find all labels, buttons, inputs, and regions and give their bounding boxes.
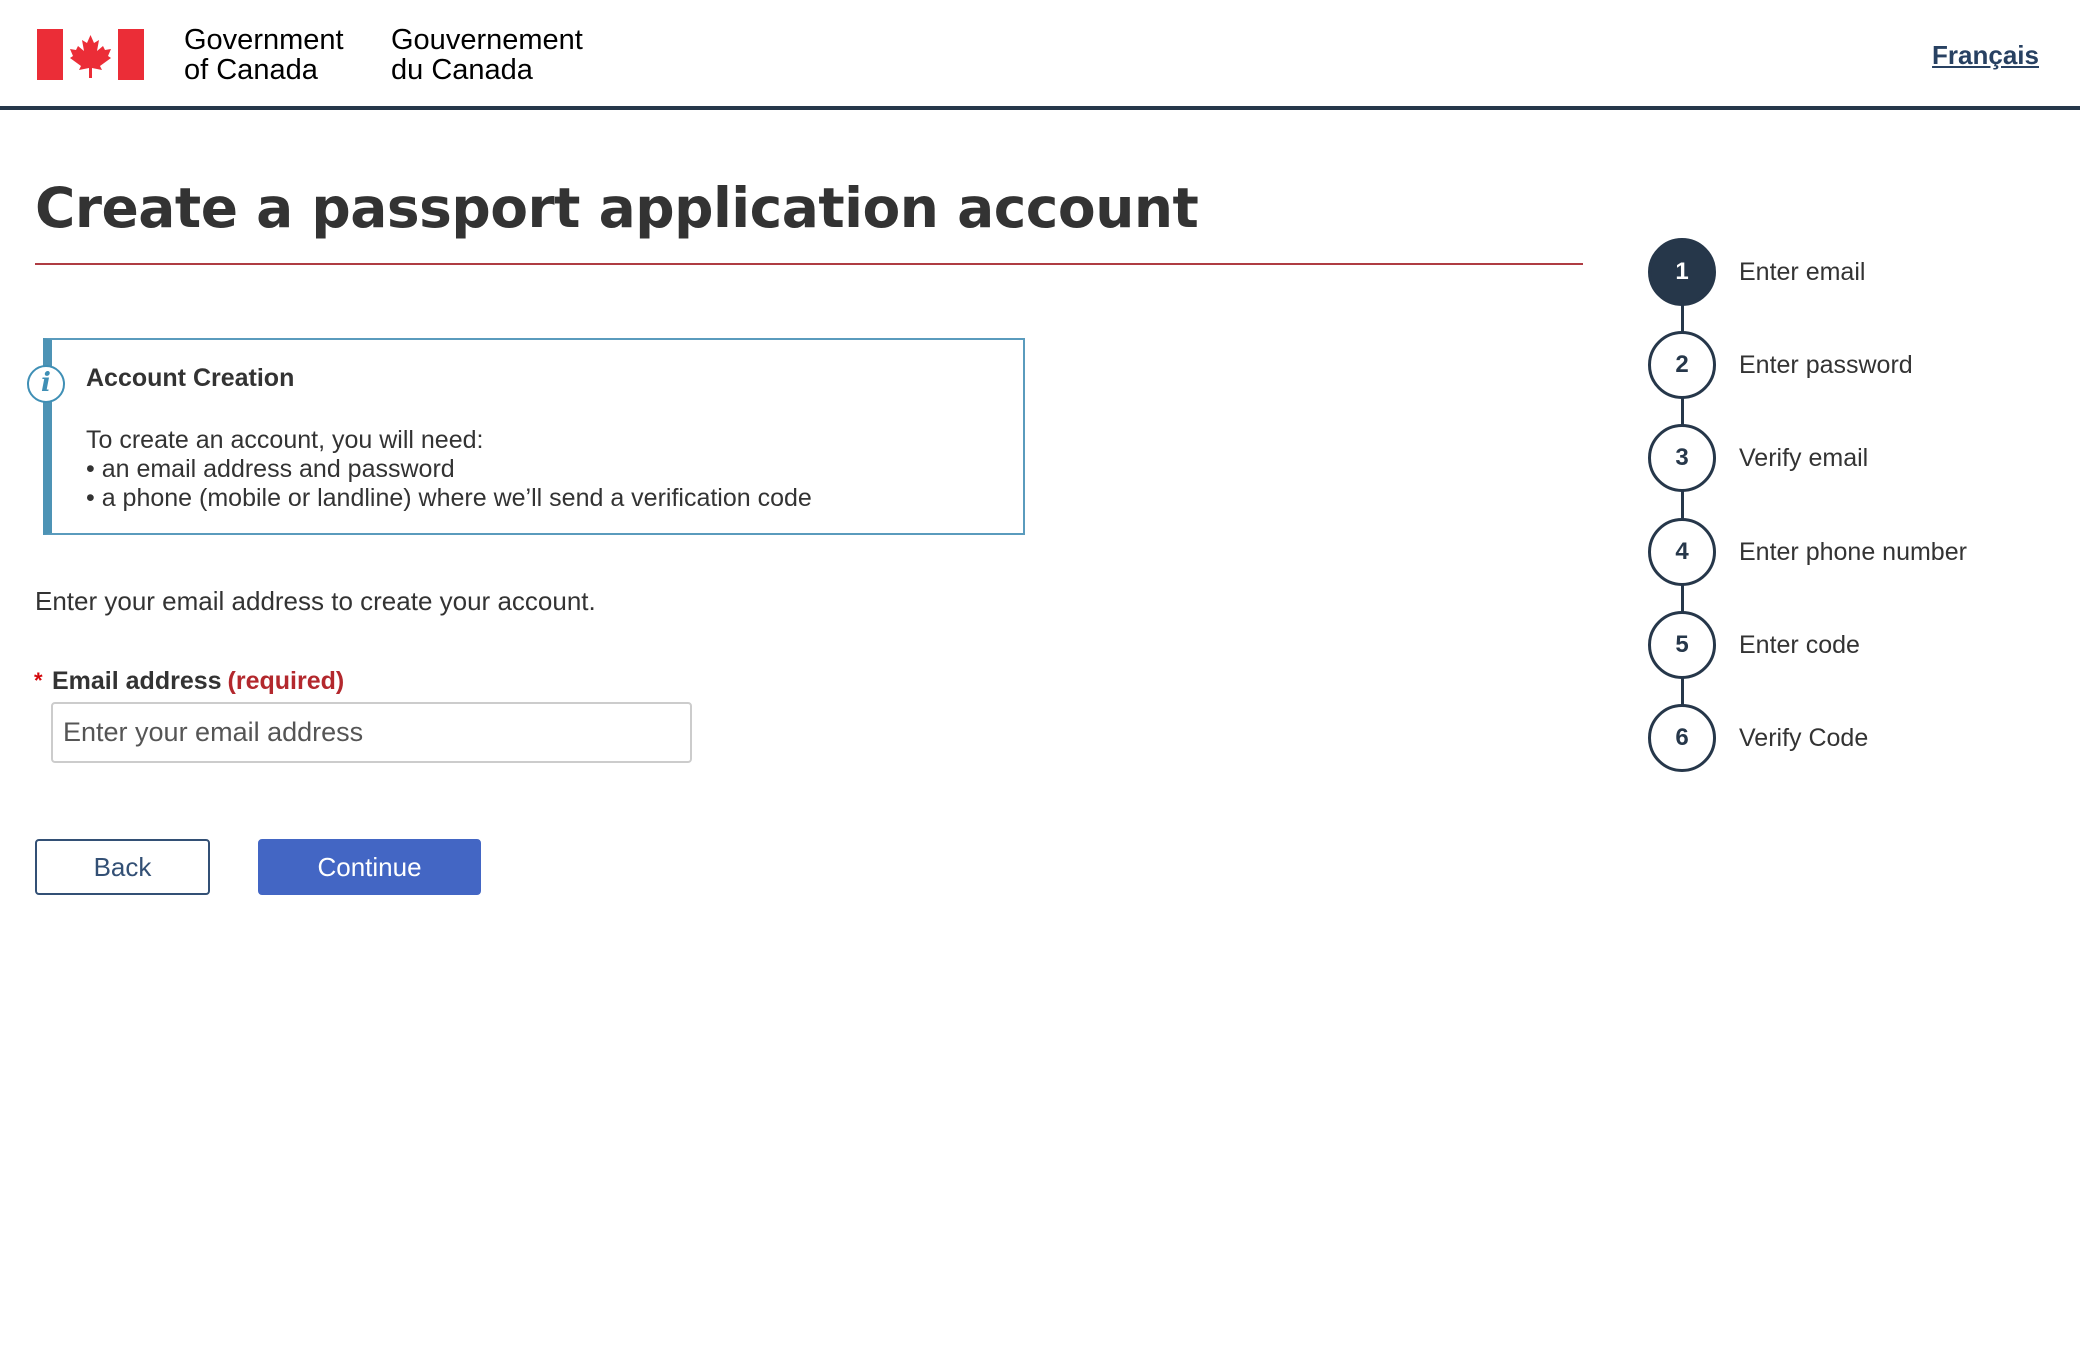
alert-line: To create an account, you will need: xyxy=(86,426,484,454)
continue-button[interactable]: Continue xyxy=(258,839,481,895)
language-toggle-link[interactable]: Français xyxy=(1932,40,2039,71)
title-divider xyxy=(35,263,1583,265)
step-label: Enter password xyxy=(1739,351,1913,379)
step-number: 5 xyxy=(1648,611,1716,679)
step-number: 3 xyxy=(1648,424,1716,492)
wordmark-en-line1: Government xyxy=(184,24,344,56)
info-alert: i Account Creation To create an account,… xyxy=(27,338,1025,535)
step-label: Enter phone number xyxy=(1739,538,1967,566)
step-label: Verify Code xyxy=(1739,724,1869,752)
step-label: Verify email xyxy=(1739,444,1869,472)
site-header: Government of Canada Gouvernement du Can… xyxy=(0,0,2080,110)
step-label: Enter email xyxy=(1739,258,1866,286)
back-button[interactable]: Back xyxy=(35,839,210,895)
step-2: 2 Enter password xyxy=(1648,331,2048,399)
alert-title: Account Creation xyxy=(86,364,295,392)
step-5: 5 Enter code xyxy=(1648,611,2048,679)
wordmark-en-line2: of Canada xyxy=(184,54,318,86)
step-number: 4 xyxy=(1648,518,1716,586)
progress-stepper: 1 Enter email 2 Enter password 3 Verify … xyxy=(1648,238,2048,778)
step-number: 1 xyxy=(1648,238,1716,306)
step-3: 3 Verify email xyxy=(1648,424,2048,492)
government-of-canada-wordmark: Government of Canada xyxy=(184,25,344,85)
required-text: (required) xyxy=(227,667,345,695)
email-label: Email address (required) xyxy=(52,667,344,696)
alert-bullet: • an email address and password xyxy=(86,455,455,483)
intro-text: Enter your email address to create your … xyxy=(35,586,596,616)
step-number: 6 xyxy=(1648,704,1716,772)
step-1: 1 Enter email xyxy=(1648,238,2048,306)
step-4: 4 Enter phone number xyxy=(1648,518,2048,586)
wordmark-fr-line1: Gouvernement xyxy=(391,24,583,56)
step-label: Enter code xyxy=(1739,631,1860,659)
info-icon: i xyxy=(27,365,65,403)
wordmark-fr-line2: du Canada xyxy=(391,54,533,86)
canada-flag-icon xyxy=(37,29,144,80)
email-label-text: Email address xyxy=(52,667,222,695)
gouvernement-du-canada-wordmark: Gouvernement du Canada xyxy=(391,25,583,85)
required-marker: * xyxy=(34,668,43,693)
alert-bullet: • a phone (mobile or landline) where we’… xyxy=(86,484,812,512)
email-input[interactable] xyxy=(51,702,692,763)
page-title: Create a passport application account xyxy=(35,176,1199,240)
step-6: 6 Verify Code xyxy=(1648,704,2048,772)
step-number: 2 xyxy=(1648,331,1716,399)
alert-body: To create an account, you will need: • a… xyxy=(86,426,812,513)
